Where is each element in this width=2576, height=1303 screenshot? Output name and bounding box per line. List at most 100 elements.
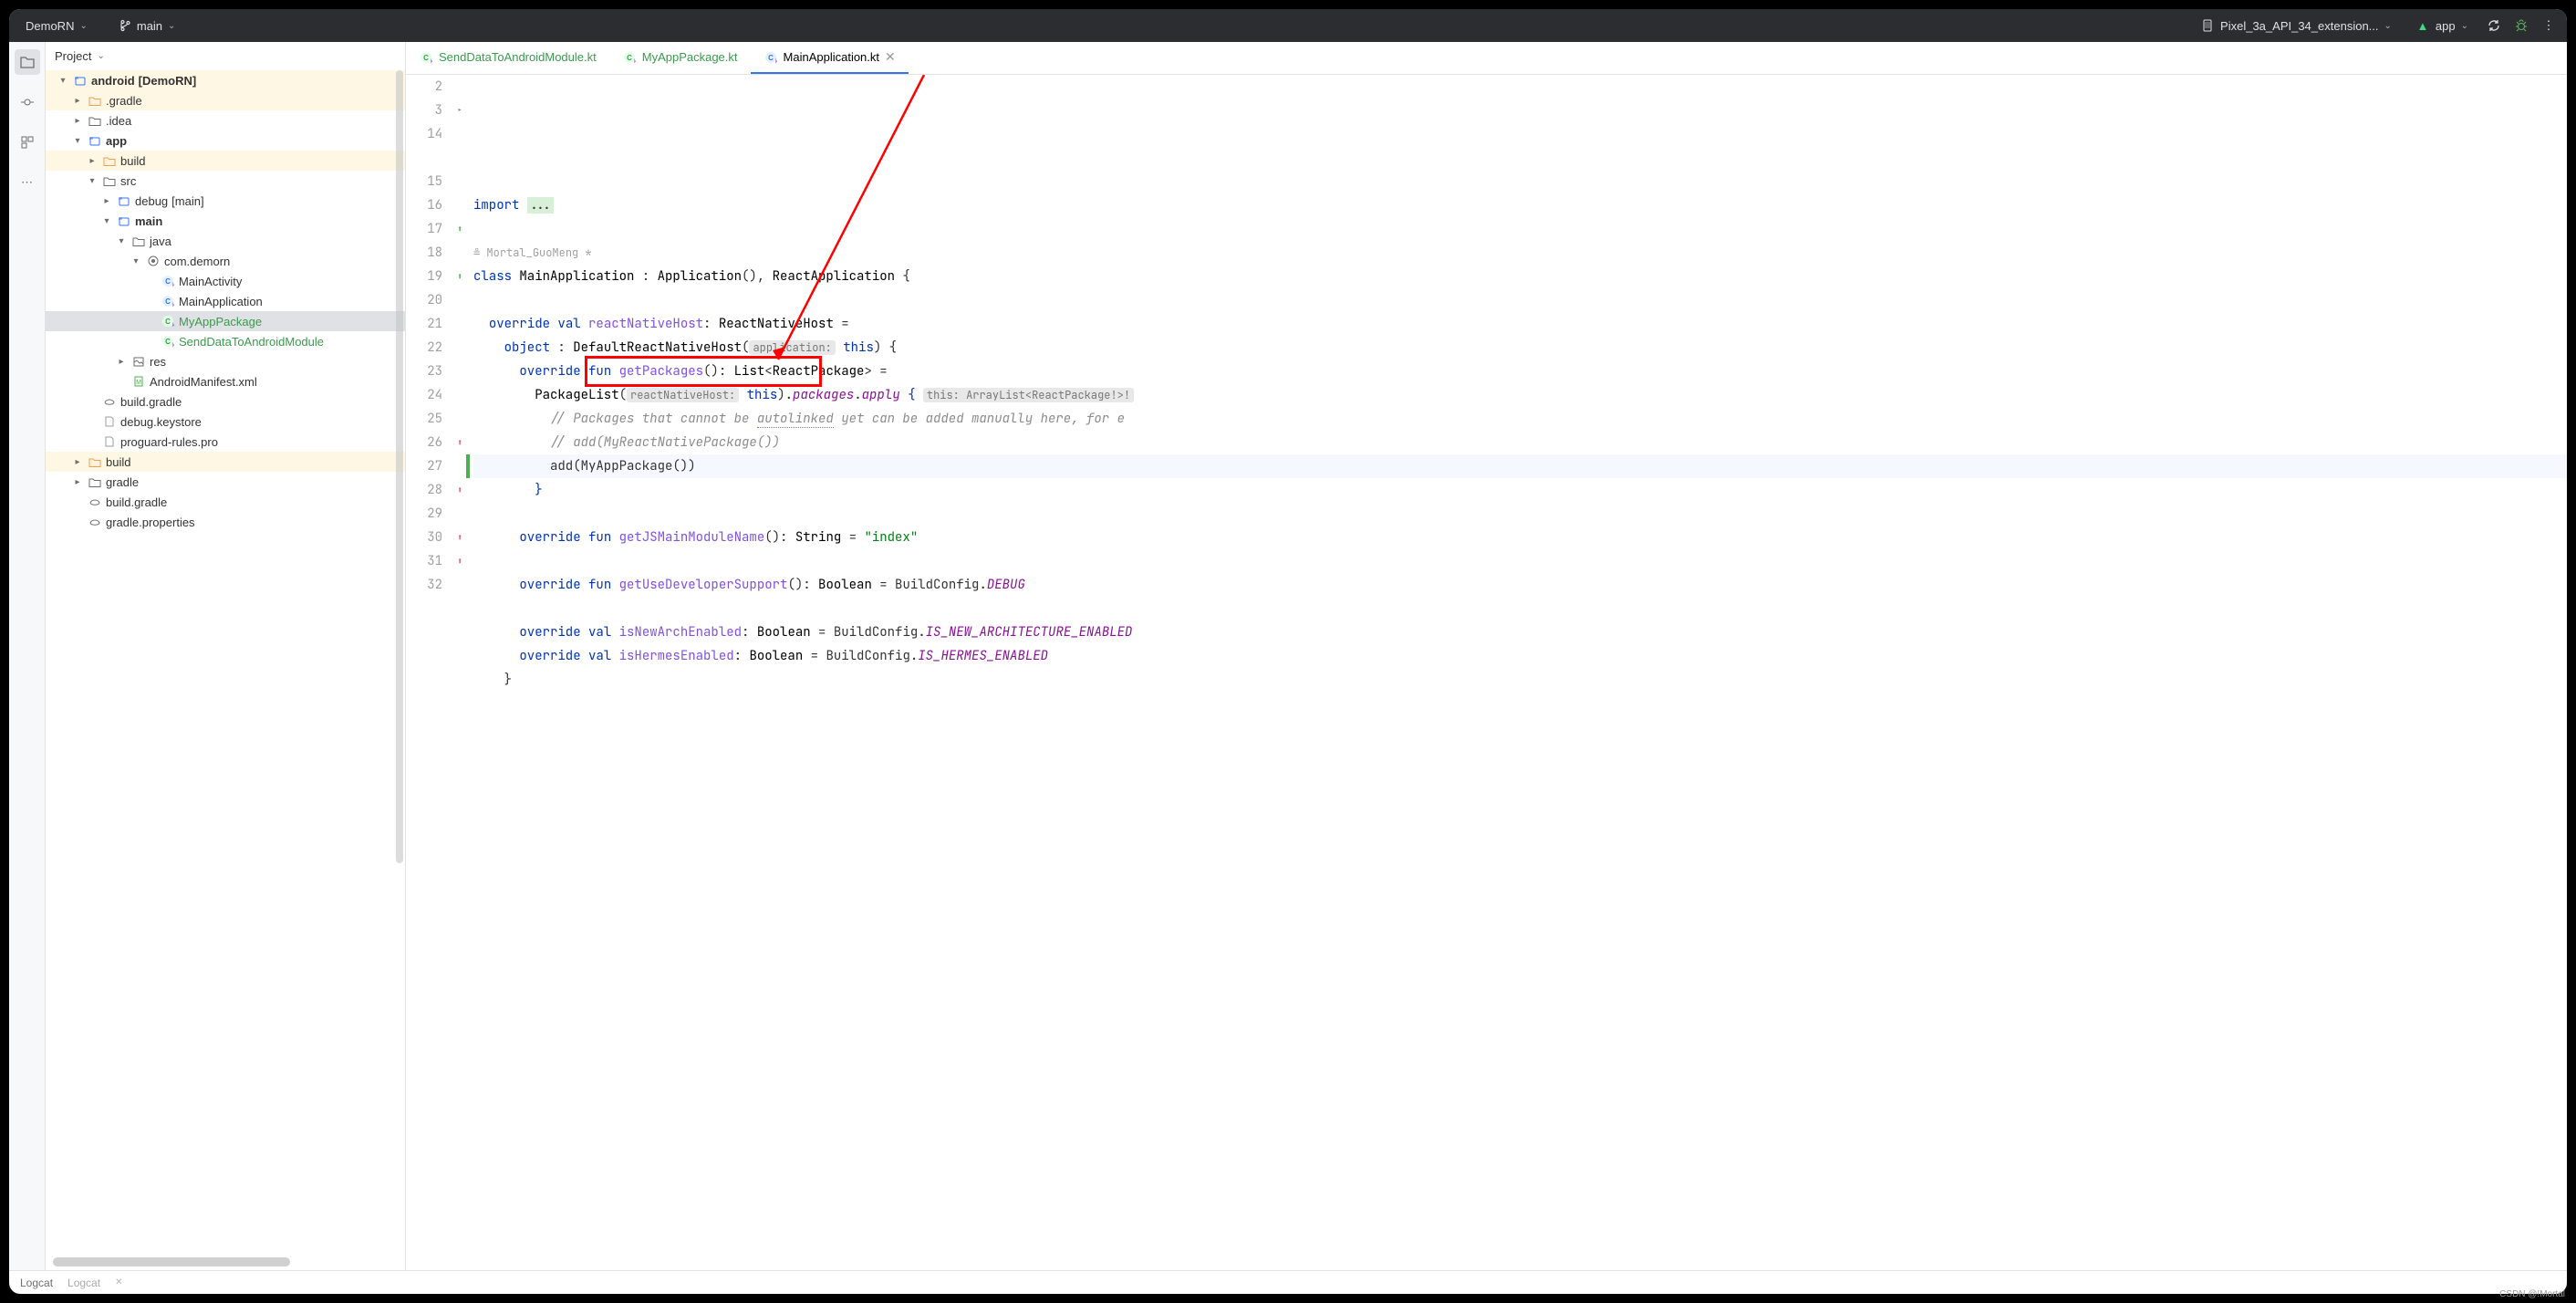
chevron-icon[interactable]: ▾: [86, 176, 99, 186]
project-tool-icon[interactable]: [15, 49, 40, 75]
code-area[interactable]: import ... ≗ Mortal_GuoMeng *class MainAp…: [468, 75, 2567, 1270]
code-line[interactable]: [473, 288, 2567, 312]
tree-item-debug[interactable]: ▸debug [main]: [46, 191, 405, 211]
run-config-selector[interactable]: ▲ app ⌄: [2410, 15, 2474, 36]
kt-g-icon: Ck: [419, 50, 433, 65]
folder-icon: [102, 173, 117, 188]
tab-mainapplication-kt[interactable]: CkMainApplication.kt✕: [751, 42, 909, 74]
chevron-icon[interactable]: ▾: [71, 136, 84, 146]
chevron-icon[interactable]: ▸: [86, 156, 99, 166]
close-icon[interactable]: ✕: [885, 49, 896, 65]
tree-item-com-demorn[interactable]: ▾com.demorn: [46, 251, 405, 271]
tree-item-senddatatoandroidmodule[interactable]: CkSendDataToAndroidModule: [46, 331, 405, 351]
project-tree[interactable]: ▾android [DemoRN]▸.gradle▸.idea▾app▸buil…: [46, 70, 405, 1254]
chevron-icon[interactable]: ▸: [100, 196, 113, 206]
code-line[interactable]: import ...: [473, 193, 2567, 217]
code-line[interactable]: // Packages that cannot be autolinked ye…: [473, 407, 2567, 431]
chevron-icon[interactable]: ▸: [71, 96, 84, 106]
tree-item--gradle[interactable]: ▸.gradle: [46, 90, 405, 110]
code-line[interactable]: PackageList(reactNativeHost: this).packa…: [473, 383, 2567, 407]
tree-item-res[interactable]: ▸res: [46, 351, 405, 371]
code-line[interactable]: override val reactNativeHost: ReactNativ…: [473, 312, 2567, 336]
chevron-icon[interactable]: ▸: [115, 357, 128, 367]
code-line[interactable]: [473, 549, 2567, 573]
more-icon[interactable]: ⋮: [2541, 18, 2556, 33]
code-line[interactable]: [473, 217, 2567, 241]
module-icon: [73, 73, 88, 88]
tree-item-gradle[interactable]: ▸gradle: [46, 472, 405, 492]
chevron-down-icon: ⌄: [97, 51, 104, 61]
code-line[interactable]: override val isNewArchEnabled: Boolean =…: [473, 620, 2567, 644]
tree-item-build-gradle[interactable]: build.gradle: [46, 492, 405, 512]
project-selector[interactable]: DemoRN ⌄: [20, 16, 93, 36]
svg-text:C: C: [768, 54, 774, 62]
commit-tool-icon[interactable]: [15, 89, 40, 115]
tree-item-android[interactable]: ▾android [DemoRN]: [46, 70, 405, 90]
gutter-mark: ⬆: [452, 217, 468, 241]
tab-senddatatoandroidmodule-kt[interactable]: CkSendDataToAndroidModule.kt: [406, 42, 609, 74]
branch-selector[interactable]: main ⌄: [111, 15, 182, 36]
code-line[interactable]: override fun getJSMainModuleName(): Stri…: [473, 526, 2567, 549]
code-line[interactable]: [473, 597, 2567, 620]
gutter-mark: [452, 193, 468, 217]
tab-myapppackage-kt[interactable]: CkMyAppPackage.kt: [609, 42, 751, 74]
chevron-icon[interactable]: ▾: [100, 216, 113, 226]
tree-item-label: app: [106, 134, 127, 148]
code-line[interactable]: // add(MyReactNativePackage()): [473, 431, 2567, 454]
svg-text:k: k: [172, 323, 174, 328]
chevron-icon[interactable]: ▾: [57, 76, 69, 86]
tree-item-mainactivity[interactable]: CkMainActivity: [46, 271, 405, 291]
logcat-tab-2[interactable]: Logcat: [68, 1277, 100, 1289]
editor-content[interactable]: 2314151617181920212223242526272829303132…: [406, 75, 2567, 1270]
gutter-mark: ⬆: [452, 265, 468, 288]
code-line[interactable]: }: [473, 668, 2567, 692]
code-line[interactable]: override fun getUseDeveloperSupport(): B…: [473, 573, 2567, 597]
horizontal-scrollbar[interactable]: [53, 1257, 290, 1267]
chevron-icon[interactable]: ▾: [130, 256, 142, 266]
code-line[interactable]: [473, 502, 2567, 526]
chevron-icon[interactable]: ▸: [71, 457, 84, 467]
chevron-icon[interactable]: ▾: [115, 236, 128, 246]
code-line[interactable]: override fun getPackages(): List<ReactPa…: [473, 360, 2567, 383]
code-line[interactable]: }: [473, 478, 2567, 502]
debug-icon[interactable]: [2514, 18, 2529, 33]
sync-icon[interactable]: [2487, 18, 2501, 33]
tree-item-label: MainApplication: [179, 295, 263, 308]
structure-tool-icon[interactable]: [15, 130, 40, 155]
code-line[interactable]: object : DefaultReactNativeHost(applicat…: [473, 336, 2567, 360]
tree-item-gradle-properties[interactable]: gradle.properties: [46, 512, 405, 532]
tree-item-build[interactable]: ▸build: [46, 151, 405, 171]
tree-item-myapppackage[interactable]: CkMyAppPackage: [46, 311, 405, 331]
close-icon[interactable]: ✕: [115, 1277, 122, 1287]
chevron-icon[interactable]: ▸: [71, 477, 84, 487]
code-line[interactable]: override val isHermesEnabled: Boolean = …: [473, 644, 2567, 668]
tree-item-java[interactable]: ▾java: [46, 231, 405, 251]
device-selector[interactable]: Pixel_3a_API_34_extension... ⌄: [2195, 15, 2397, 36]
tree-item-mainapplication[interactable]: CkMainApplication: [46, 291, 405, 311]
tree-item-debug-keystore[interactable]: debug.keystore: [46, 412, 405, 432]
tree-item-app[interactable]: ▾ app: [46, 130, 405, 151]
tree-item-label: MainActivity: [179, 275, 242, 288]
svg-text:k: k: [172, 283, 174, 287]
line-number: 16: [406, 193, 442, 217]
scrollbar[interactable]: [396, 70, 403, 863]
tree-item-build-gradle[interactable]: build.gradle: [46, 391, 405, 412]
chevron-icon[interactable]: ▸: [71, 116, 84, 126]
tree-item-proguard-rules-pro[interactable]: proguard-rules.pro: [46, 432, 405, 452]
tree-item-src[interactable]: ▾src: [46, 171, 405, 191]
tree-item-androidmanifest-xml[interactable]: MAndroidManifest.xml: [46, 371, 405, 391]
device-label: Pixel_3a_API_34_extension...: [2220, 19, 2378, 33]
branch-name-label: main: [137, 19, 162, 33]
tree-item-build[interactable]: ▸build: [46, 452, 405, 472]
more-tools-icon[interactable]: ⋯: [15, 170, 40, 195]
code-line[interactable]: class MainApplication : Application(), R…: [473, 265, 2567, 288]
code-line[interactable]: add(MyAppPackage()): [473, 454, 2567, 478]
gutter-mark: [452, 146, 468, 170]
code-line[interactable]: [473, 170, 2567, 193]
logcat-tab-1[interactable]: Logcat: [20, 1277, 53, 1289]
sidebar-header[interactable]: Project ⌄: [46, 42, 405, 70]
code-line[interactable]: ≗ Mortal_GuoMeng *: [473, 241, 2567, 265]
tree-item--idea[interactable]: ▸.idea: [46, 110, 405, 130]
tree-item-main[interactable]: ▾main: [46, 211, 405, 231]
gutter-mark: ⬆: [452, 549, 468, 573]
